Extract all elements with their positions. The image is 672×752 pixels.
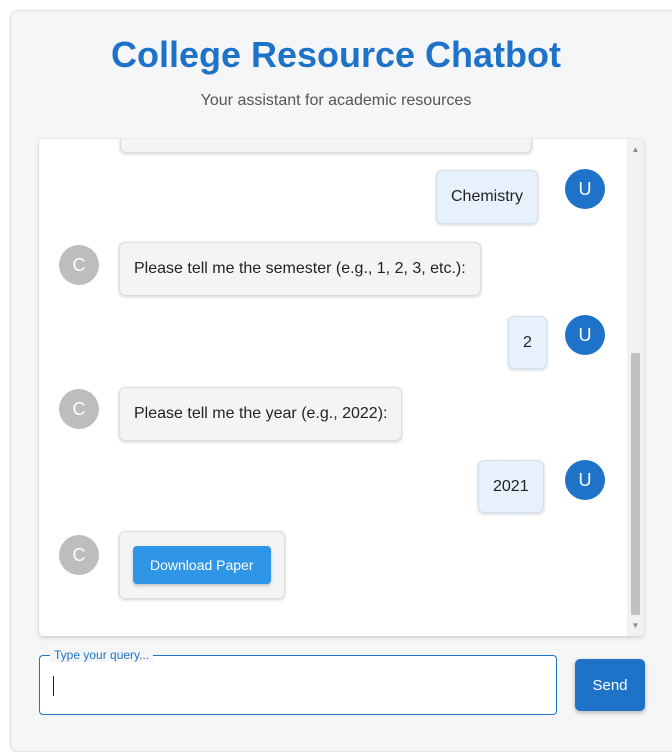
user-message-bubble: Chemistry	[436, 170, 539, 224]
page-subtitle: Your assistant for academic resources	[200, 92, 472, 109]
download-paper-button[interactable]: Download Paper	[133, 546, 271, 584]
user-avatar: U	[565, 169, 605, 209]
bot-message-text: Please tell me the semester (e.g., 1, 2,…	[134, 260, 466, 277]
scroll-down-arrow-icon[interactable]: ▼	[627, 617, 644, 634]
bot-message-text: Please tell me the year (e.g., 2022):	[134, 405, 388, 422]
scrollbar-thumb[interactable]	[631, 353, 640, 615]
bot-avatar: C	[59, 389, 99, 429]
user-message-text: 2	[523, 333, 532, 351]
user-avatar: U	[565, 315, 605, 355]
query-field[interactable]: Type your query...	[39, 648, 557, 715]
user-message-bubble: 2	[508, 316, 547, 369]
bot-message-bubble: Please tell me the semester (e.g., 1, 2,…	[119, 242, 481, 296]
chat-messages-panel[interactable]: Chemistry U C Please tell me the semeste…	[39, 139, 644, 636]
send-button[interactable]: Send	[575, 659, 645, 711]
text-caret	[53, 676, 54, 696]
bot-message-bubble: Please tell me the year (e.g., 2022):	[119, 387, 403, 441]
scroll-up-arrow-icon[interactable]: ▲	[627, 141, 644, 158]
page-title: College Resource Chatbot	[110, 34, 562, 75]
bot-avatar: C	[59, 245, 99, 285]
chat-scrollbar[interactable]: ▲ ▼	[627, 139, 644, 636]
message-bubble-partial	[120, 139, 532, 153]
bot-avatar: C	[59, 535, 99, 575]
user-message-text: 2021	[493, 477, 529, 495]
query-input[interactable]	[52, 672, 546, 700]
user-message-text: Chemistry	[451, 188, 524, 205]
bot-message-bubble: Download Paper	[119, 531, 285, 599]
query-field-label: Type your query...	[50, 648, 154, 662]
user-avatar: U	[565, 460, 605, 500]
user-message-bubble: 2021	[478, 460, 544, 513]
